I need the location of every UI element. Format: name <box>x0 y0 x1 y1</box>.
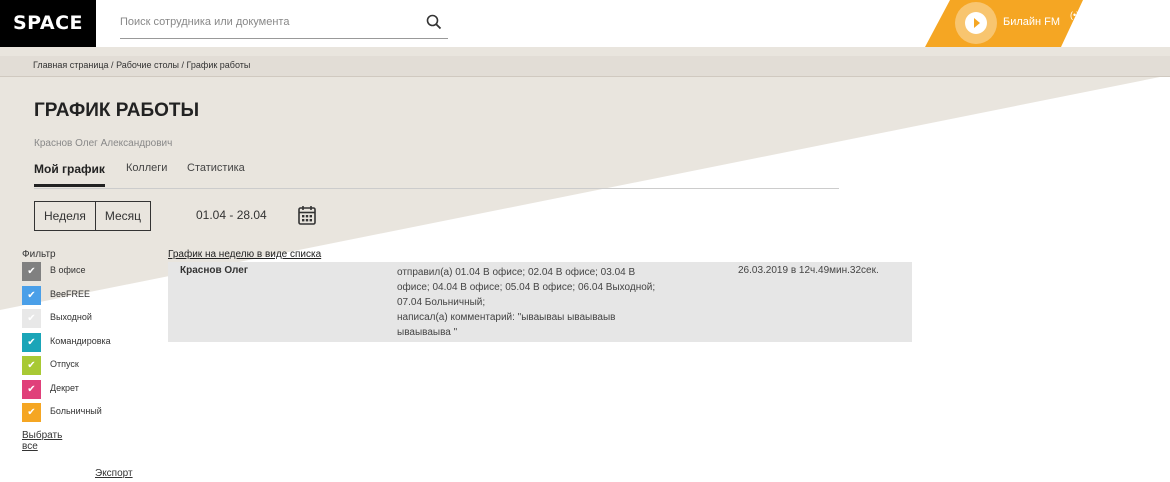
breadcrumb-separator: / <box>108 60 117 70</box>
user-name: Краснов Олег Александрович <box>34 138 173 149</box>
detail-line: ываываыва " <box>397 327 458 338</box>
filter-label: Командировка <box>50 335 111 346</box>
select-all-link[interactable]: Выбрать все <box>22 430 62 452</box>
calendar-icon[interactable] <box>298 205 316 225</box>
tab-bar: Мой график Коллеги Статистика <box>34 160 839 189</box>
date-range: 01.04 - 28.04 <box>196 208 267 222</box>
breadcrumb-desktops[interactable]: Рабочие столы <box>116 60 179 70</box>
filter-label: Выходной <box>50 312 92 322</box>
period-toggle: Неделя Месяц <box>34 201 152 231</box>
radio-label: Билайн FM <box>1003 16 1061 28</box>
week-button[interactable]: Неделя <box>35 202 95 230</box>
breadcrumb-current: График работы <box>186 60 251 70</box>
checkbox-dayoff[interactable]: ✔ <box>22 309 41 328</box>
play-icon[interactable] <box>965 12 987 34</box>
filter-label: Больничный <box>50 406 102 416</box>
schedule-table: Краснов Олег отправил(а) 01.04 В офисе; … <box>168 262 912 342</box>
top-header: SPACE Билайн FM (•) <box>0 0 1170 47</box>
filter-label: BeeFREE <box>50 288 91 299</box>
employee-name: Краснов Олег <box>180 265 249 276</box>
checkbox-maternity[interactable]: ✔ <box>22 379 41 399</box>
month-button[interactable]: Месяц <box>94 202 150 230</box>
schedule-details: отправил(а) 01.04 В офисе; 02.04 В офисе… <box>397 265 697 340</box>
tab-colleagues[interactable]: Коллеги <box>126 162 167 174</box>
logo[interactable]: SPACE <box>0 0 96 47</box>
detail-line: написал(а) комментарий: "ываываы ываываы… <box>397 312 616 323</box>
detail-line: офисе; 04.04 В офисе; 05.04 В офисе; 06.… <box>397 282 656 293</box>
page-title: ГРАФИК РАБОТЫ <box>34 100 200 121</box>
filter-label: Декрет <box>50 382 79 393</box>
checkbox-sick[interactable]: ✔ <box>22 403 41 422</box>
checkbox-beefree[interactable]: ✔ <box>22 285 41 305</box>
checkbox-business-trip[interactable]: ✔ <box>22 332 41 352</box>
radio-widget[interactable]: Билайн FM (•) <box>925 0 1083 47</box>
search-box <box>120 8 448 39</box>
checkbox-office[interactable]: ✔ <box>22 262 41 281</box>
filter-title: Фильтр <box>22 249 56 260</box>
export-link[interactable]: Экспорт <box>95 468 133 479</box>
tab-statistics[interactable]: Статистика <box>187 162 245 174</box>
filter-label: В офисе <box>50 265 86 275</box>
weekly-list-link[interactable]: График на неделю в виде списка <box>168 249 321 260</box>
filter-label: Отпуск <box>50 359 79 369</box>
search-input[interactable] <box>120 8 410 36</box>
search-icon[interactable] <box>426 14 442 30</box>
radio-signal-icon: (•) <box>1070 10 1080 20</box>
detail-line: отправил(а) 01.04 В офисе; 02.04 В офисе… <box>397 267 636 278</box>
breadcrumb-home[interactable]: Главная страница <box>33 60 109 70</box>
breadcrumb-separator: / <box>179 60 187 70</box>
detail-line: 07.04 Больничный; <box>397 297 486 308</box>
tab-my-schedule[interactable]: Мой график <box>34 162 105 187</box>
checkbox-vacation[interactable]: ✔ <box>22 356 41 375</box>
timestamp: 26.03.2019 в 12ч.49мин.32сек. <box>738 265 879 276</box>
breadcrumb: Главная страница / Рабочие столы / Графи… <box>0 56 1170 77</box>
